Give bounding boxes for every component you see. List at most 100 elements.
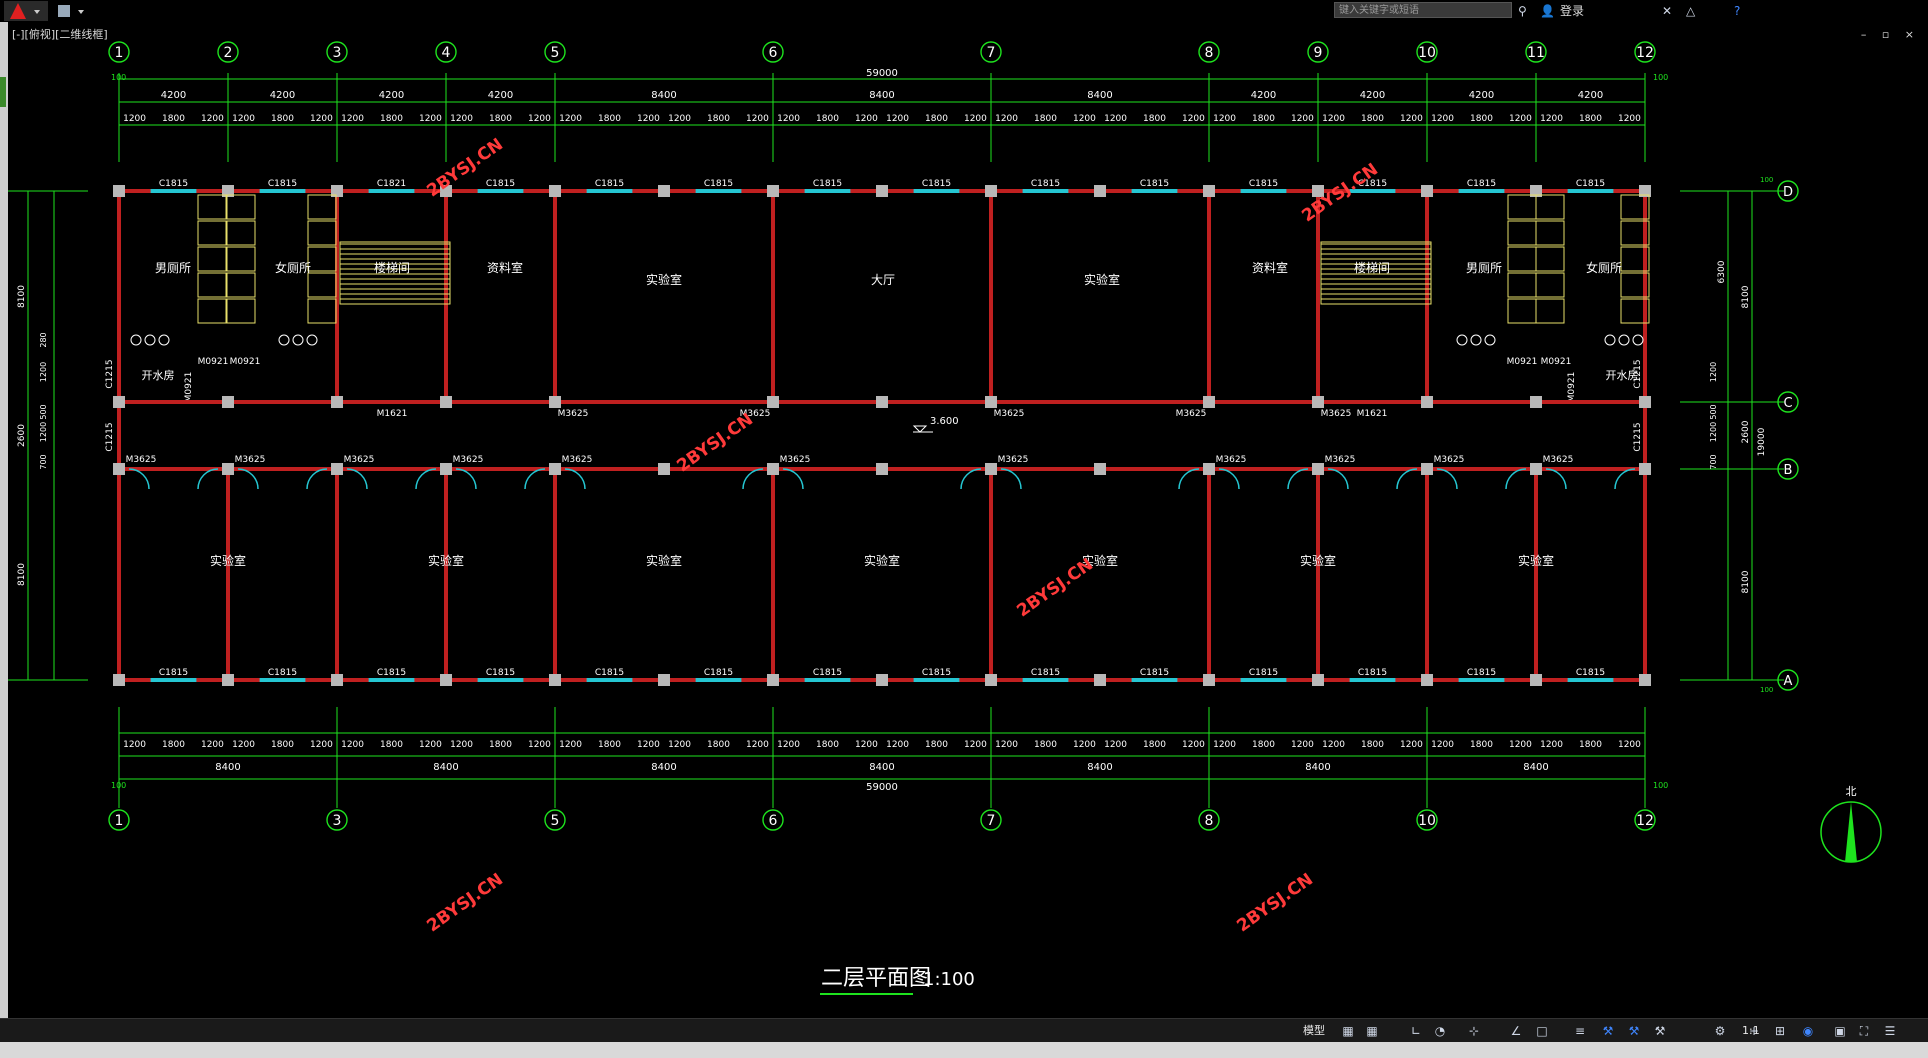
dim-text: 8100 <box>17 563 27 586</box>
clean-screen-icon[interactable]: ⛶ <box>1856 1023 1872 1039</box>
room-label: 实验室 <box>1300 553 1336 568</box>
user-icon[interactable]: 👤 <box>1540 3 1555 19</box>
hardware-accel-icon[interactable]: ▣ <box>1832 1023 1848 1039</box>
help-icon[interactable]: ? <box>1734 3 1740 19</box>
quick-access-toolbar[interactable] <box>56 2 96 20</box>
door-label: M3625 <box>126 455 157 465</box>
door-swing <box>1218 468 1240 490</box>
window-label: C1815 <box>1576 668 1605 678</box>
dim-edge: 100 <box>1653 73 1668 82</box>
door-label: M3625 <box>1176 409 1207 419</box>
dim-text: 1200 <box>1291 114 1314 124</box>
login-button[interactable]: 登录 <box>1560 2 1584 20</box>
dim-text: 8400 <box>433 762 458 773</box>
dim-text: 1200 <box>201 114 224 124</box>
axis-label: 12 <box>1636 813 1654 829</box>
annotation-icon[interactable]: ⚒ <box>1600 1023 1616 1039</box>
workspace-icon[interactable]: ⊞ <box>1772 1023 1788 1039</box>
toilet-stall <box>197 298 227 324</box>
chevron-down-icon <box>78 10 84 14</box>
isolate-icon[interactable]: ◉ <box>1800 1023 1816 1039</box>
dim-text: 1800 <box>816 740 839 750</box>
dim-text: 1200 <box>668 740 691 750</box>
window-label: C1815 <box>922 668 951 678</box>
column <box>331 674 343 686</box>
exchange-icon[interactable]: ✕ <box>1662 3 1672 19</box>
door-swing <box>415 468 437 490</box>
dim-text: 500 <box>39 404 48 419</box>
dim-text: 4200 <box>379 90 404 101</box>
snap-icon[interactable]: ▦ <box>1364 1023 1380 1039</box>
dim-text: 8400 <box>869 762 894 773</box>
door-swing <box>237 468 259 490</box>
door-label: M3625 <box>1321 409 1352 419</box>
a360-icon[interactable]: △ <box>1686 3 1695 19</box>
window-label: C1815 <box>595 179 624 189</box>
axis-label: 3 <box>333 813 342 829</box>
door-swing <box>1545 468 1567 490</box>
door-swing <box>564 468 586 490</box>
elevation-label: 3.600 <box>930 416 959 427</box>
dim-text: 1800 <box>925 114 948 124</box>
toilet-stall <box>226 298 256 324</box>
dim-text: 1200 <box>1073 114 1096 124</box>
dim-text: 4200 <box>1360 90 1385 101</box>
dim-text: 1200 <box>668 114 691 124</box>
drawing-canvas[interactable]: 59000 100 100 4200 4200 4200 4200 8400 8400 8400 4… <box>8 22 1928 1022</box>
grid-icon[interactable]: ▦ <box>1340 1023 1356 1039</box>
toilet-stall <box>226 194 256 220</box>
dim-text: C1215 <box>1633 422 1643 451</box>
lineweight-icon[interactable]: ∠ <box>1508 1023 1524 1039</box>
dim-text: 1800 <box>162 740 185 750</box>
dim-text: 1200 <box>637 740 660 750</box>
column <box>549 396 561 408</box>
toilet-stall <box>226 272 256 298</box>
room-label: 女厕所 <box>1586 260 1622 275</box>
polar-icon[interactable]: ◔ <box>1432 1023 1448 1039</box>
binoculars-icon[interactable]: ⚲ <box>1518 3 1527 19</box>
dim-text: 1800 <box>707 740 730 750</box>
dim-text: 1200 <box>123 740 146 750</box>
dim-text: 8100 <box>1741 285 1751 308</box>
properties-icon[interactable]: ≡ <box>1572 1023 1588 1039</box>
door-label: M3625 <box>1325 455 1356 465</box>
column <box>222 396 234 408</box>
dimension-lines: 59000 100 100 4200 4200 4200 4200 8400 8400 8400 4… <box>8 68 1773 793</box>
dim-text: 1800 <box>1361 114 1384 124</box>
sink <box>130 334 142 346</box>
room-label: 楼梯间 <box>374 260 410 275</box>
ortho-icon[interactable]: ∟ <box>1408 1023 1424 1039</box>
search-input[interactable]: 键入关键字或短语 <box>1334 2 1512 18</box>
door-swing <box>197 468 219 490</box>
dim-text: 1200 <box>964 114 987 124</box>
annotation-scale-icon[interactable]: ⚒ <box>1626 1023 1642 1039</box>
toilet-stall <box>1535 298 1565 324</box>
axis-label: 2 <box>224 45 233 61</box>
door-label: M3625 <box>1543 455 1574 465</box>
annotation-visibility-icon[interactable]: ⚒ <box>1652 1023 1668 1039</box>
door-swing <box>1287 468 1309 490</box>
customize-icon[interactable]: ☰ <box>1882 1023 1898 1039</box>
dim-text: 1200 <box>559 740 582 750</box>
window-label: C1815 <box>1031 668 1060 678</box>
axis-grid-lines <box>118 73 1784 808</box>
column <box>1203 185 1215 197</box>
dim-text: 8400 <box>1523 762 1548 773</box>
column <box>549 463 561 475</box>
window-label: C1815 <box>1140 179 1169 189</box>
app-menu-button[interactable] <box>4 1 48 21</box>
gear-icon[interactable]: ⚙ <box>1712 1023 1728 1039</box>
door-label: M3625 <box>994 409 1025 419</box>
dim-text: 1200 <box>419 740 442 750</box>
room-label: 实验室 <box>646 272 682 287</box>
dim-text: 1200 <box>1400 114 1423 124</box>
north-arrow-icon <box>1845 802 1857 862</box>
model-tab[interactable]: 模型 <box>1303 1022 1325 1040</box>
dim-text: 1200 <box>310 740 333 750</box>
column <box>767 396 779 408</box>
osnap-icon[interactable]: ⊹ <box>1466 1023 1482 1039</box>
plus-icon[interactable]: + <box>1746 1023 1762 1039</box>
selection-icon[interactable]: □ <box>1534 1023 1550 1039</box>
drawing-scale: 1:100 <box>923 969 975 990</box>
column <box>1094 185 1106 197</box>
